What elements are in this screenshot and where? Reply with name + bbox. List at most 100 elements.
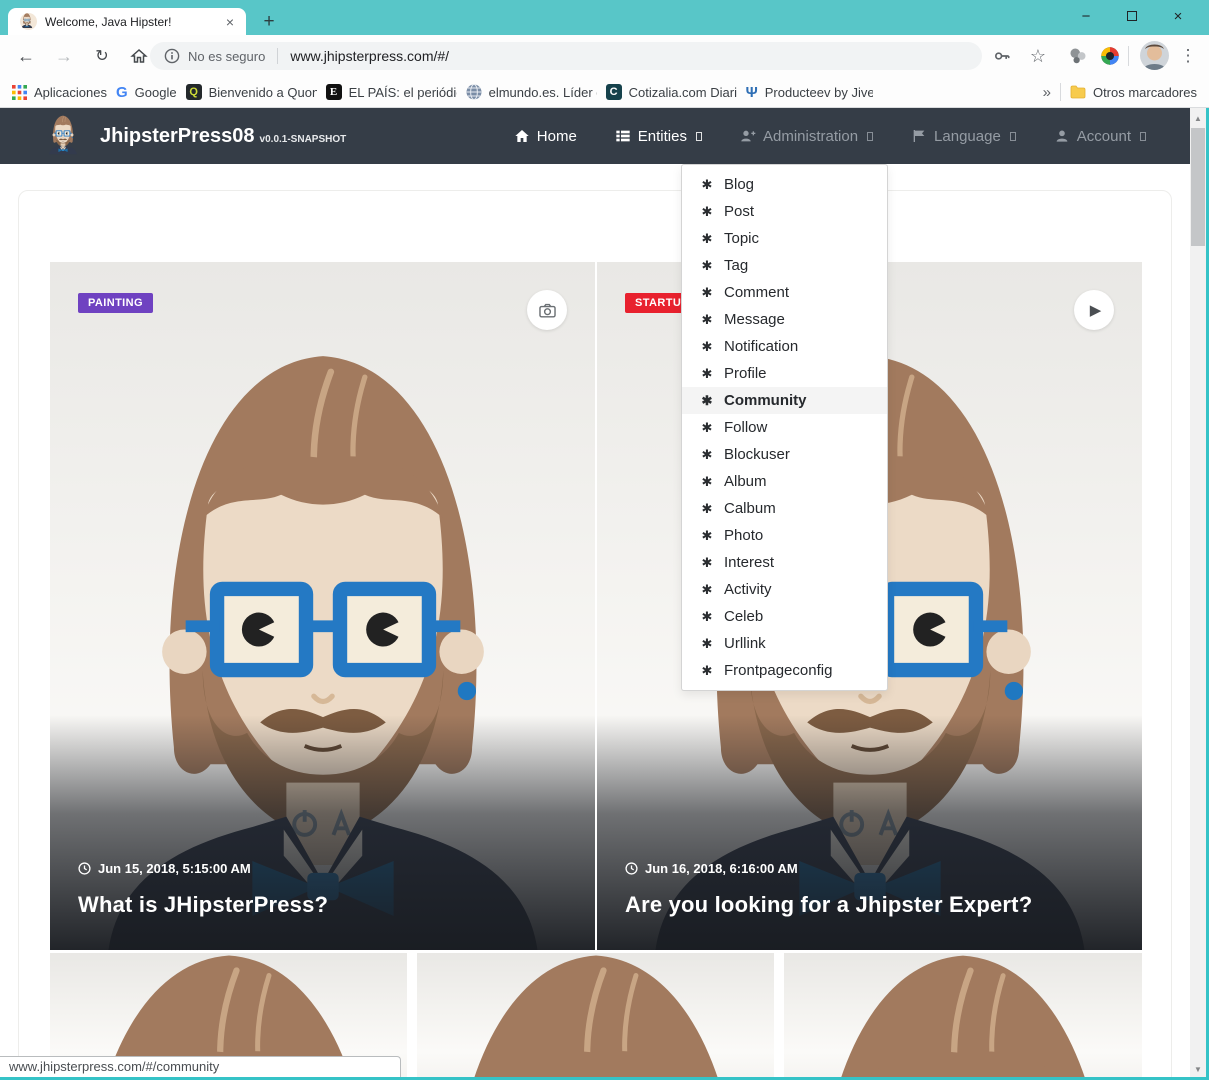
profile-photo-icon: [1140, 41, 1169, 70]
google-g-icon: G: [116, 84, 128, 101]
entities-menu-item[interactable]: ✱ Post: [682, 198, 887, 225]
bookmark-elmundo[interactable]: elmundo.es. Líder de: [466, 84, 597, 100]
scrollbar-thumb[interactable]: [1191, 128, 1205, 246]
reload-button[interactable]: ↻: [90, 44, 114, 68]
key-icon: [992, 46, 1012, 66]
user-plus-icon: [740, 128, 756, 144]
post-overlay: Jun 16, 2018, 6:16:00 AM Are you looking…: [597, 715, 1142, 950]
page-scrollbar[interactable]: ▲ ▼: [1190, 108, 1206, 1080]
bookmark-elpais[interactable]: E EL PAÍS: el periódico: [326, 84, 457, 100]
entities-menu-item[interactable]: ✱ Profile: [682, 360, 887, 387]
entities-menu-item[interactable]: ✱ Interest: [682, 549, 887, 576]
category-badge[interactable]: PAINTING: [78, 293, 153, 313]
post-overlay: Jun 15, 2018, 5:15:00 AM What is JHipste…: [50, 715, 595, 950]
asterisk-icon: ✱: [700, 285, 714, 301]
tab-strip: Welcome, Java Hipster! × + − ×: [0, 0, 1209, 35]
bookmark-cotizalia[interactable]: C Cotizalia.com Diario: [606, 84, 737, 100]
nav-item-home[interactable]: Home: [514, 128, 577, 145]
asterisk-icon: ✱: [700, 609, 714, 625]
nav-item-administration[interactable]: Administration: [740, 128, 873, 145]
window-controls: − ×: [1063, 0, 1201, 32]
post-title[interactable]: What is JHipsterPress?: [78, 892, 567, 918]
asterisk-icon: ✱: [700, 312, 714, 328]
post-card[interactable]: [784, 953, 1142, 1080]
asterisk-icon: ✱: [700, 474, 714, 490]
bookmarks-overflow-button[interactable]: »: [1043, 84, 1051, 101]
bookmarks-bar: Aplicaciones G Google Q Bienvenido a Quo…: [0, 77, 1209, 108]
entities-menu-item[interactable]: ✱ Blog: [682, 171, 887, 198]
security-label[interactable]: No es seguro: [188, 49, 265, 64]
brand[interactable]: JhipsterPress08 v0.0.1-SNAPSHOT: [44, 113, 346, 159]
tab-close-button[interactable]: ×: [222, 14, 238, 30]
entities-menu-item[interactable]: ✱ Urllink: [682, 630, 887, 657]
asterisk-icon: ✱: [700, 393, 714, 409]
entities-menu-item[interactable]: ✱ Frontpageconfig: [682, 657, 887, 684]
app-navbar: JhipsterPress08 v0.0.1-SNAPSHOT Home Ent…: [0, 108, 1190, 164]
asterisk-icon: ✱: [700, 231, 714, 247]
home-button[interactable]: [127, 44, 151, 68]
camera-button[interactable]: [527, 290, 567, 330]
caret-down-icon: [867, 132, 873, 141]
bookmark-aplicaciones[interactable]: Aplicaciones: [12, 85, 107, 100]
bookmark-star-button[interactable]: ☆: [1026, 44, 1050, 68]
scroll-up-icon[interactable]: ▲: [1190, 110, 1206, 126]
entities-menu-item[interactable]: ✱ Comment: [682, 279, 887, 306]
bookmark-quoner[interactable]: Q Bienvenido a Quoner: [186, 84, 317, 100]
new-tab-button[interactable]: +: [256, 9, 282, 35]
entities-menu-item[interactable]: ✱ Follow: [682, 414, 887, 441]
caret-down-icon: [1140, 132, 1146, 141]
address-bar[interactable]: No es seguro www.jhipsterpress.com/#/: [150, 42, 982, 70]
bookmarks-divider: [1060, 83, 1061, 101]
forward-button[interactable]: →: [52, 44, 76, 68]
nav-item-language[interactable]: Language: [911, 128, 1016, 145]
cotizalia-icon: C: [606, 84, 622, 100]
close-button[interactable]: ×: [1155, 0, 1201, 32]
asterisk-icon: ✱: [700, 501, 714, 517]
other-bookmarks-button[interactable]: Otros marcadores: [1070, 85, 1197, 100]
maximize-button[interactable]: [1109, 0, 1155, 32]
entities-menu-item[interactable]: ✱ Album: [682, 468, 887, 495]
post-title[interactable]: Are you looking for a Jhipster Expert?: [625, 892, 1114, 918]
flag-icon: [911, 128, 927, 144]
hipster-avatar-image: [784, 953, 1142, 1080]
info-icon: [164, 48, 180, 64]
entities-menu-item[interactable]: ✱ Topic: [682, 225, 887, 252]
entities-menu-item[interactable]: ✱ Celeb: [682, 603, 887, 630]
color-lens-extension-icon: [1099, 45, 1121, 67]
entities-menu-item[interactable]: ✱ Activity: [682, 576, 887, 603]
back-button[interactable]: ←: [14, 44, 38, 68]
bookmark-producteev[interactable]: Ψ Producteev by Jive -: [746, 84, 873, 101]
profile-avatar[interactable]: [1140, 41, 1169, 70]
caret-down-icon: [1010, 132, 1016, 141]
chrome-menu-button[interactable]: ⋮: [1176, 44, 1200, 68]
entities-menu-item[interactable]: ✱ Community: [682, 387, 887, 414]
post-card[interactable]: [417, 953, 774, 1080]
minimize-button[interactable]: −: [1063, 0, 1109, 32]
nav-menu: Home Entities Administration Language: [514, 128, 1146, 145]
entities-menu-item[interactable]: ✱ Message: [682, 306, 887, 333]
post-date: Jun 16, 2018, 6:16:00 AM: [625, 861, 1114, 876]
entities-menu-item[interactable]: ✱ Photo: [682, 522, 887, 549]
hipster-logo-icon: [44, 113, 88, 159]
entities-menu-item[interactable]: ✱ Blockuser: [682, 441, 887, 468]
globe-icon: [466, 84, 482, 100]
scroll-down-icon[interactable]: ▼: [1190, 1061, 1206, 1077]
browser-tab[interactable]: Welcome, Java Hipster! ×: [8, 8, 246, 35]
entities-menu-item[interactable]: ✱ Tag: [682, 252, 887, 279]
bookmark-google[interactable]: G Google: [116, 84, 177, 101]
extension-lens-button[interactable]: [1098, 44, 1122, 68]
status-url-tooltip: www.jhipsterpress.com/#/community: [0, 1056, 401, 1078]
home-icon: [514, 128, 530, 144]
nav-item-account[interactable]: Account: [1054, 128, 1146, 145]
post-card-painting[interactable]: PAINTING Jun 15, 2018, 5:15:00 AM What i…: [50, 262, 595, 950]
post-date: Jun 15, 2018, 5:15:00 AM: [78, 861, 567, 876]
entities-menu-item[interactable]: ✱ Calbum: [682, 495, 887, 522]
apps-grid-icon: [12, 85, 27, 100]
password-key-button[interactable]: [990, 44, 1014, 68]
extension-spheres-button[interactable]: [1066, 44, 1090, 68]
nav-item-entities[interactable]: Entities: [615, 128, 702, 145]
toolbar-divider: [1128, 46, 1129, 66]
play-button[interactable]: ▶: [1074, 290, 1114, 330]
entities-menu-item[interactable]: ✱ Notification: [682, 333, 887, 360]
url-text[interactable]: www.jhipsterpress.com/#/: [290, 48, 449, 64]
